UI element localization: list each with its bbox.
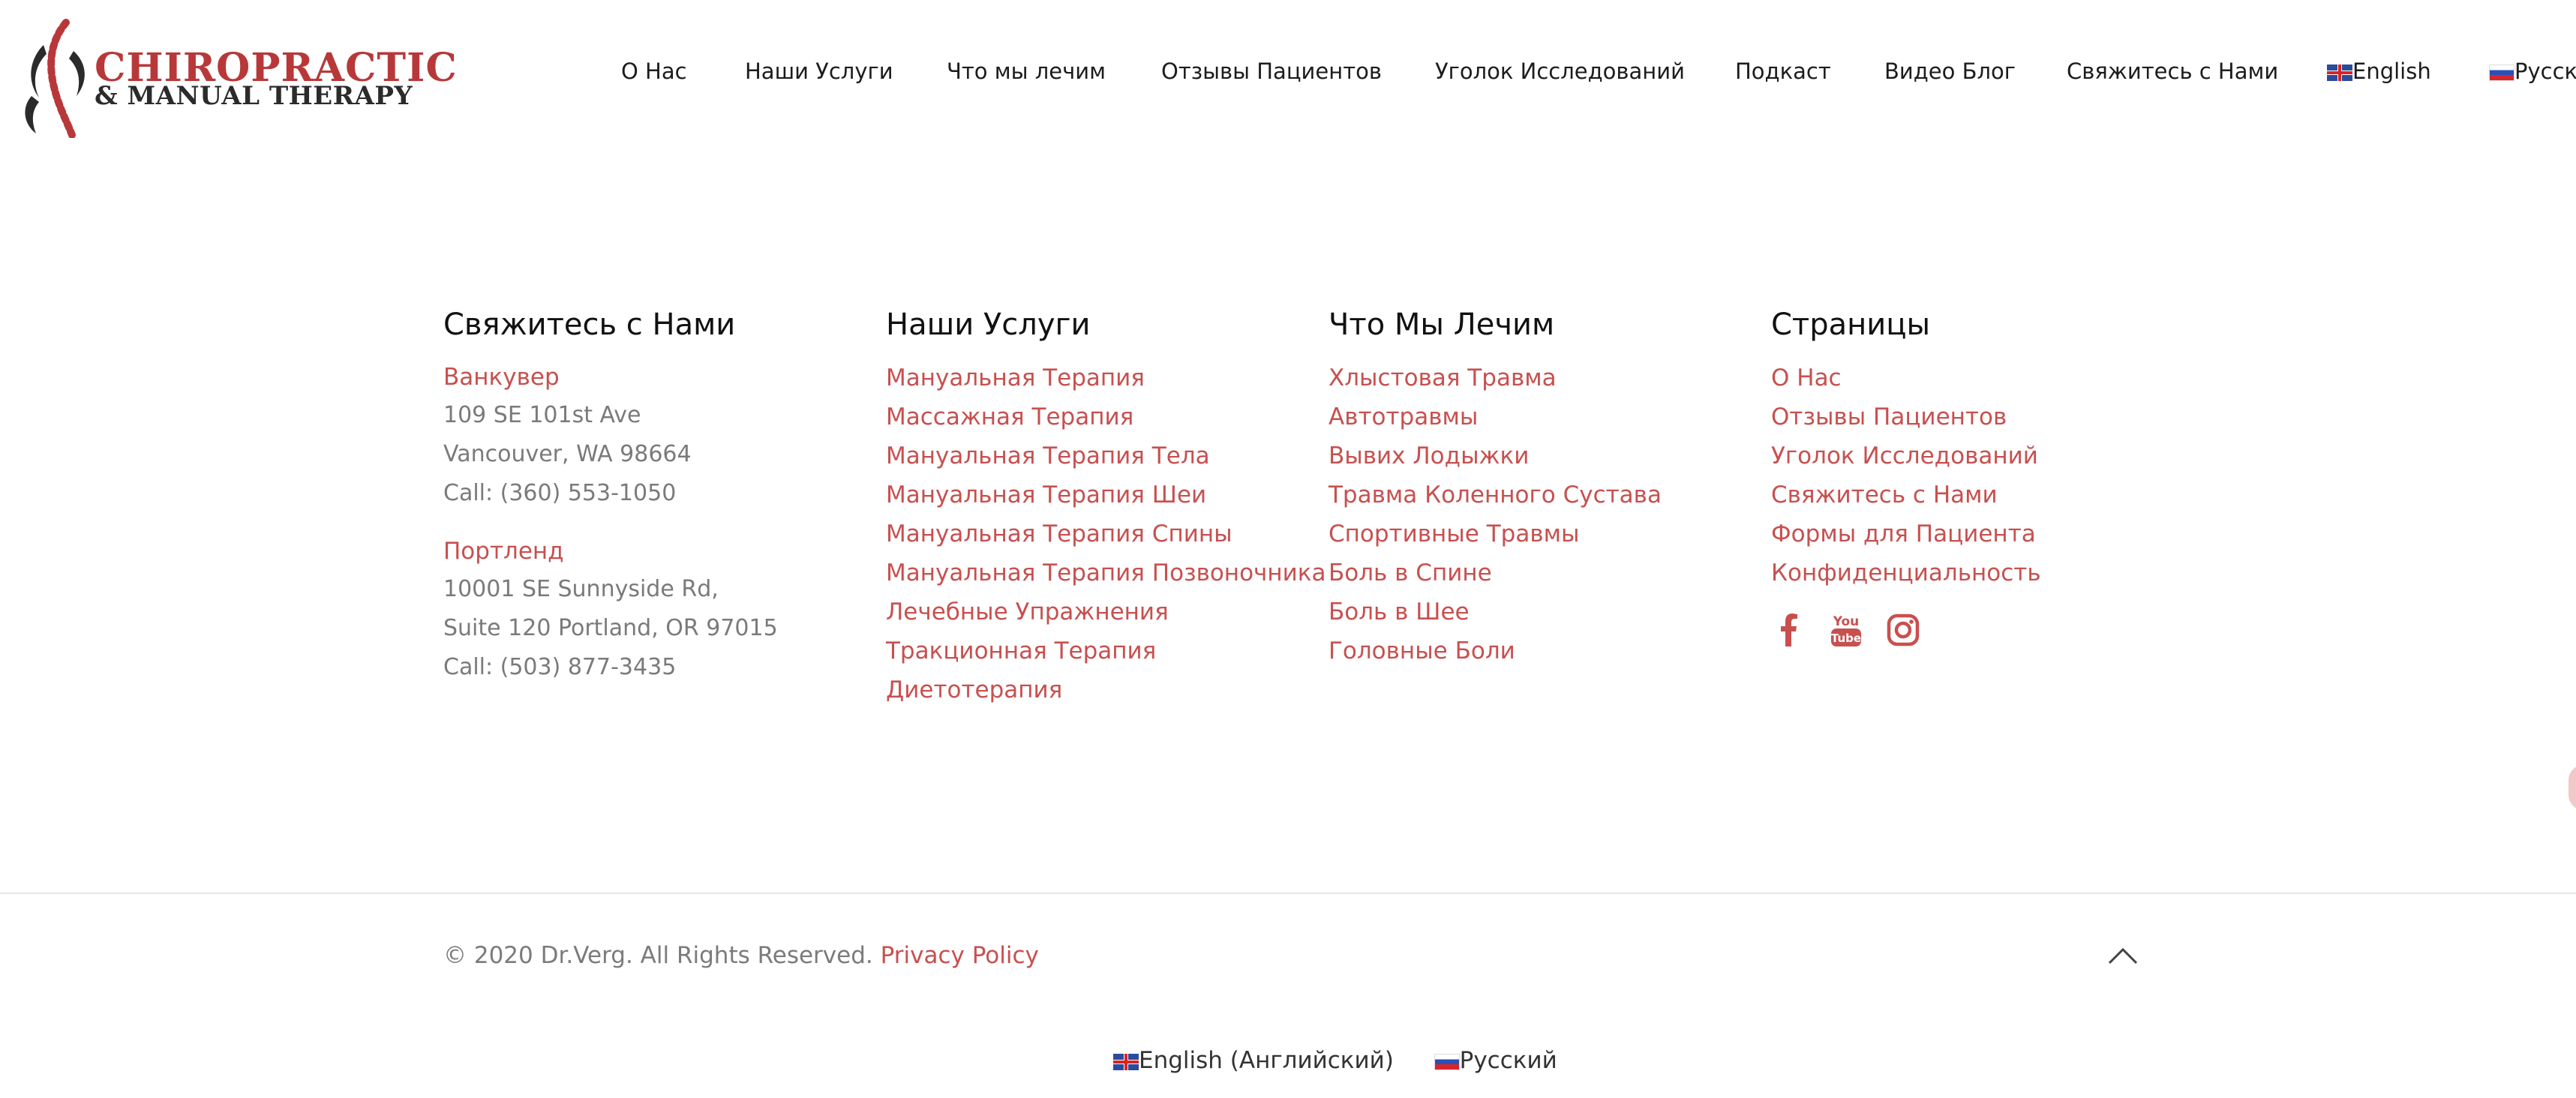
nav-lang-russian[interactable]: Русск xyxy=(2489,58,2576,84)
treat-title: Что Мы Лечим xyxy=(1329,308,1555,342)
uk-flag-icon xyxy=(1113,1054,1139,1070)
bottom-language-switcher: English (Английский) Русский xyxy=(1113,1047,1557,1074)
service-link[interactable]: Тракционная Терапия xyxy=(886,632,1326,670)
footer-divider xyxy=(0,892,2576,894)
nav-item-treat[interactable]: Что мы лечим xyxy=(947,58,1106,84)
service-link[interactable]: Массажная Терапия xyxy=(886,398,1326,436)
nav-lang-russian-label: Русск xyxy=(2514,58,2576,84)
contact-title: Свяжитесь с Нами xyxy=(443,308,736,342)
nav-item-services[interactable]: Наши Услуги xyxy=(745,58,893,84)
treat-link[interactable]: Головные Боли xyxy=(1329,632,1662,670)
city-vancouver-link[interactable]: Ванкувер xyxy=(443,358,778,396)
service-link[interactable]: Мануальная Терапия Тела xyxy=(886,436,1326,476)
service-link[interactable]: Мануальная Терапия xyxy=(886,358,1326,398)
bottom-lang-english-label: English (Английский) xyxy=(1139,1047,1394,1074)
page-link[interactable]: Отзывы Пациентов xyxy=(1771,398,2041,436)
social-links: You Tube xyxy=(1771,610,2041,650)
vancouver-phone: Call: (360) 553-1050 xyxy=(443,480,677,506)
copyright: © 2020 Dr.Verg. All Rights Reserved. Pri… xyxy=(443,942,1039,969)
floating-widget-edge[interactable] xyxy=(2568,765,2576,810)
city-portland-link[interactable]: Портленд xyxy=(443,532,778,570)
pages-title: Страницы xyxy=(1771,308,1931,342)
treat-link[interactable]: Вывих Лодыжки xyxy=(1329,436,1662,476)
nav-item-testimonials[interactable]: Отзывы Пациентов xyxy=(1161,58,1382,84)
treat-link[interactable]: Боль в Спине xyxy=(1329,554,1662,592)
russia-flag-icon xyxy=(1434,1054,1460,1070)
treat-link[interactable]: Хлыстовая Травма xyxy=(1329,358,1662,398)
nav-lang-english[interactable]: English xyxy=(2327,58,2431,84)
site-header: CHIROPRACTIC & MANUAL THERAPY О Нас Наши… xyxy=(0,0,2576,150)
page-link[interactable]: Конфиденциальность xyxy=(1771,554,2041,592)
bottom-lang-russian[interactable]: Русский xyxy=(1434,1047,1557,1074)
chevron-up-icon xyxy=(2108,947,2138,964)
page-link[interactable]: О Нас xyxy=(1771,358,2041,398)
logo-subtitle: & MANUAL THERAPY xyxy=(95,81,413,111)
bottom-lang-english[interactable]: English (Английский) xyxy=(1113,1047,1401,1074)
site-logo[interactable]: CHIROPRACTIC & MANUAL THERAPY xyxy=(21,18,457,138)
nav-item-research[interactable]: Уголок Исследований xyxy=(1435,58,1685,84)
spine-logo-icon xyxy=(25,19,85,138)
facebook-icon[interactable] xyxy=(1771,610,1807,650)
footer-treat-column: Что Мы Лечим Хлыстовая Травма Автотравмы… xyxy=(1329,308,1662,670)
footer-services-column: Наши Услуги Мануальная Терапия Массажная… xyxy=(886,308,1326,710)
uk-flag-icon xyxy=(2327,64,2352,81)
service-link[interactable]: Мануальная Терапия Позвоночника xyxy=(886,554,1326,592)
bottom-lang-russian-label: Русский xyxy=(1459,1047,1557,1074)
footer-pages-column: Страницы О Нас Отзывы Пациентов Уголок И… xyxy=(1771,308,2041,650)
russia-flag-icon xyxy=(2489,64,2514,81)
privacy-policy-link[interactable]: Privacy Policy xyxy=(881,942,1039,969)
instagram-icon[interactable] xyxy=(1885,610,1921,650)
svg-text:Tube: Tube xyxy=(1831,632,1861,645)
nav-item-podcast[interactable]: Подкаст xyxy=(1735,58,1831,84)
service-link[interactable]: Лечебные Упражнения xyxy=(886,592,1326,632)
treat-link[interactable]: Боль в Шее xyxy=(1329,592,1662,632)
portland-address-line2: Suite 120 Portland, OR 97015 xyxy=(443,615,778,641)
nav-lang-english-label: English xyxy=(2352,58,2431,84)
page-link[interactable]: Уголок Исследований xyxy=(1771,436,2041,476)
service-link[interactable]: Диетотерапия xyxy=(886,670,1326,710)
svg-text:You: You xyxy=(1833,614,1860,629)
youtube-icon[interactable]: You Tube xyxy=(1828,610,1864,650)
page-link[interactable]: Формы для Пациента xyxy=(1771,514,2041,554)
page-link[interactable]: Свяжитесь с Нами xyxy=(1771,476,2041,514)
service-link[interactable]: Мануальная Терапия Шеи xyxy=(886,476,1326,514)
services-title: Наши Услуги xyxy=(886,308,1091,342)
back-to-top-button[interactable] xyxy=(2106,945,2139,966)
service-link[interactable]: Мануальная Терапия Спины xyxy=(886,514,1326,554)
nav-item-video-blog[interactable]: Видео Блог xyxy=(1884,58,2016,84)
treat-link[interactable]: Спортивные Травмы xyxy=(1329,514,1662,554)
treat-link[interactable]: Травма Коленного Сустава xyxy=(1329,476,1662,514)
copyright-text: © 2020 Dr.Verg. All Rights Reserved. xyxy=(443,942,873,969)
nav-item-about[interactable]: О Нас xyxy=(621,58,687,84)
vancouver-address-line2: Vancouver, WA 98664 xyxy=(443,441,692,467)
footer-contact-column: Свяжитесь с Нами Ванкувер 109 SE 101st A… xyxy=(443,308,778,687)
vancouver-address-line1: 109 SE 101st Ave xyxy=(443,402,641,428)
portland-phone: Call: (503) 877-3435 xyxy=(443,654,677,680)
nav-item-contact[interactable]: Свяжитесь с Нами xyxy=(2067,58,2278,84)
portland-address-line1: 10001 SE Sunnyside Rd, xyxy=(443,576,719,602)
treat-link[interactable]: Автотравмы xyxy=(1329,398,1662,436)
